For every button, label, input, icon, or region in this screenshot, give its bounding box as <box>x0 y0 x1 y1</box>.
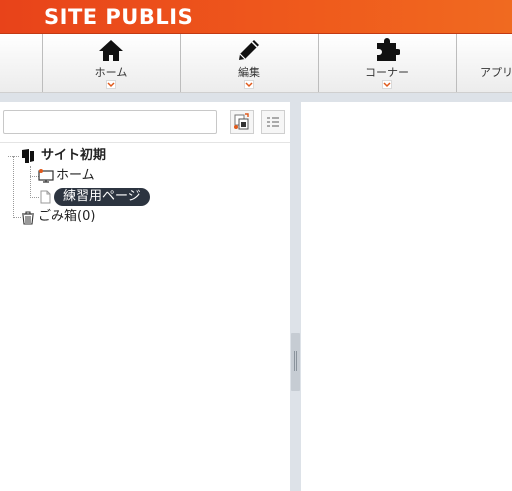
tree-item-home-label: ホーム <box>56 168 95 183</box>
chevron-down-icon[interactable] <box>382 80 392 89</box>
content-pane <box>301 102 512 491</box>
toolbar-corner-button[interactable]: コーナー <box>318 34 457 92</box>
chevron-down-icon[interactable] <box>244 80 254 89</box>
tree-action-button[interactable] <box>230 110 254 134</box>
toolbar-edit-button[interactable]: 編集 <box>180 34 319 92</box>
tree-root-label: サイト初期 <box>41 148 107 163</box>
list-view-button[interactable] <box>261 110 285 134</box>
tree-connector <box>8 156 19 157</box>
trash-icon <box>22 211 34 225</box>
panel-splitter[interactable] <box>290 102 301 491</box>
puzzle-icon <box>377 38 400 61</box>
toolbar-corner-label: コーナー <box>365 66 409 79</box>
sidebar-panel: サイト初期 ホーム 練習用ページ ごみ箱(0) <box>0 102 290 491</box>
toolbar-home-label: ホーム <box>94 66 128 79</box>
site-icon <box>22 149 34 163</box>
search-input[interactable] <box>3 110 217 134</box>
sidebar-separator <box>0 142 290 143</box>
top-banner: SITE PUBLIS <box>0 0 512 34</box>
chevron-down-icon[interactable] <box>106 80 116 89</box>
home-icon <box>99 40 123 61</box>
pencil-icon <box>239 40 259 60</box>
tree-connector <box>13 156 14 216</box>
tree-connector <box>13 217 21 218</box>
tree-connector <box>30 166 31 198</box>
home-page-icon <box>38 169 54 183</box>
brand-title: SITE PUBLIS <box>44 5 194 29</box>
page-icon <box>40 190 51 204</box>
splitter-handle[interactable] <box>291 333 300 391</box>
main-toolbar: ホーム 編集 コーナー アプリ <box>0 34 512 93</box>
copy-page-icon <box>234 113 249 130</box>
list-icon <box>267 117 279 127</box>
tree-item-trash-label: ごみ箱(0) <box>38 209 96 224</box>
tree-item-selected-label: 練習用ページ <box>54 188 150 206</box>
toolbar-edit-label: 編集 <box>238 66 260 79</box>
toolbar-home-button[interactable]: ホーム <box>42 34 181 92</box>
tree-item-practice-page[interactable]: 練習用ページ <box>38 187 238 207</box>
toolbar-spacer <box>0 34 43 92</box>
toolbar-app-button[interactable]: アプリ <box>456 34 512 92</box>
toolbar-app-label: アプリ <box>480 66 512 79</box>
toolbar-divider <box>0 93 512 102</box>
